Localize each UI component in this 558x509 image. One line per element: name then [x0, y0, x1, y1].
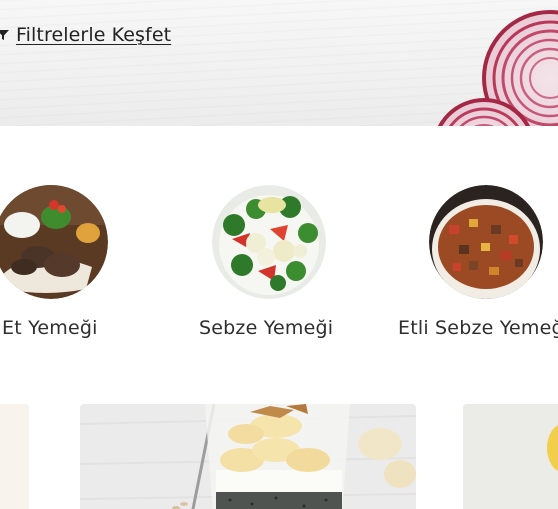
- category-item-meat-dish[interactable]: Et Yemeği: [0, 126, 152, 356]
- category-item-meat-vegetable-dish[interactable]: Etli Sebze Yemeği: [387, 126, 558, 356]
- category-label-vegetable-dish: Sebze Yemeği: [199, 317, 334, 339]
- filter-discover-link[interactable]: Filtrelerle Keşfet: [0, 22, 171, 48]
- category-label-meat-dish: Et Yemeği: [2, 317, 98, 339]
- category-item-vegetable-dish[interactable]: Sebze Yemeği: [169, 126, 369, 356]
- product-card-row: [0, 404, 558, 509]
- onion-decoration: [437, 10, 558, 126]
- meat-vegetable-stew-image: [429, 185, 543, 299]
- category-label-meat-vegetable-dish: Etli Sebze Yemeği: [398, 317, 558, 339]
- category-carousel: Et Yemeği Sebze Yemeği Etli Sebze Yemeği: [0, 126, 558, 376]
- product-card-right[interactable]: [463, 404, 558, 509]
- product-card-banana-pudding[interactable]: [80, 404, 416, 509]
- filter-icon: [0, 30, 9, 40]
- product-card-left[interactable]: [0, 404, 29, 509]
- partial-card-image-right: [463, 404, 558, 509]
- banana-chia-pudding-image: [80, 404, 416, 509]
- meat-dish-image: [0, 185, 108, 299]
- header-banner: Filtrelerle Keşfet: [0, 0, 558, 126]
- vegetable-dish-image: [212, 185, 326, 299]
- filter-discover-label: Filtrelerle Keşfet: [16, 24, 172, 46]
- partial-card-image-left: [0, 404, 29, 509]
